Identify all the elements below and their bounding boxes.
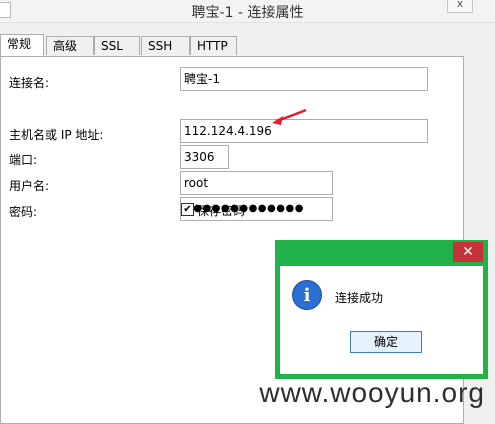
ok-button[interactable]: 确定 — [350, 331, 422, 353]
dialog-message: 连接成功 — [335, 291, 384, 305]
connection-success-dialog: ✕ i 连接成功 确定 — [275, 240, 488, 379]
window-close-button[interactable]: x — [447, 0, 473, 13]
window-title: 聘宝-1 - 连接属性 — [191, 5, 304, 21]
dialog-close-button[interactable]: ✕ — [453, 242, 483, 262]
dialog-body: i 连接成功 确定 — [280, 266, 483, 374]
tab-ssl[interactable]: SSL — [94, 36, 140, 55]
port-label: 端口: — [9, 153, 38, 167]
username-label: 用户名: — [9, 179, 50, 193]
save-password-checkbox[interactable]: ✔ — [181, 203, 194, 216]
save-password-label: 保存密码 — [197, 204, 246, 218]
tab-ssh[interactable]: SSH — [141, 36, 190, 55]
username-field[interactable]: root — [180, 171, 333, 195]
info-icon: i — [292, 280, 322, 310]
tab-http[interactable]: HTTP — [190, 36, 237, 55]
tab-advanced[interactable]: 高级 — [46, 36, 94, 55]
password-label: 密码: — [9, 205, 38, 219]
connection-name-field[interactable]: 聘宝-1 — [180, 67, 428, 91]
title-bar: 聘宝-1 - 连接属性 x — [0, 0, 495, 23]
host-label: 主机名或 IP 地址: — [9, 128, 104, 142]
watermark: www.wooyun.org — [259, 377, 485, 408]
connection-name-label: 连接名: — [9, 76, 50, 90]
port-field[interactable]: 3306 — [180, 145, 229, 169]
tab-general[interactable]: 常规 — [0, 34, 44, 56]
red-arrow-annotation — [272, 108, 307, 125]
